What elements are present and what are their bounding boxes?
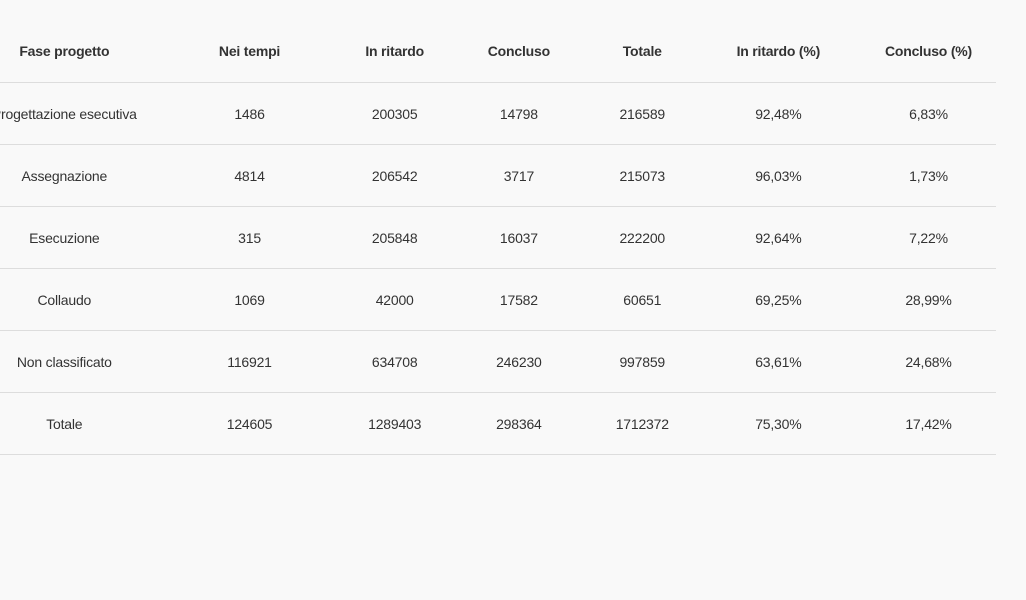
- cell-fase: Esecuzione: [0, 206, 159, 269]
- table-row: Assegnazione 4814 206542 3717 215073 96,…: [0, 144, 996, 207]
- cell-fase: Collaudo: [0, 268, 159, 331]
- cell-concluso-pct: 17,42%: [861, 392, 996, 455]
- project-phase-table: Fase progetto Nei tempi In ritardo Concl…: [0, 20, 996, 455]
- cell-concluso: 298364: [448, 392, 589, 455]
- cell-totale: 215073: [588, 144, 696, 207]
- table-row: Non classificato 116921 634708 246230 99…: [0, 330, 996, 393]
- cell-totale: 997859: [588, 330, 696, 393]
- cell-concluso-pct: 24,68%: [861, 330, 996, 393]
- cell-fase: Assegnazione: [0, 144, 159, 207]
- cell-totale: 60651: [588, 268, 696, 331]
- cell-totale: 216589: [588, 82, 696, 145]
- table-row: Esecuzione 315 205848 16037 222200 92,64…: [0, 206, 996, 269]
- cell-fase: Non classificato: [0, 330, 159, 393]
- header-concluso-pct: Concluso (%): [861, 20, 996, 83]
- cell-nei-tempi: 116921: [158, 330, 341, 393]
- cell-concluso-pct: 6,83%: [861, 82, 996, 145]
- header-fase-progetto: Fase progetto: [0, 20, 159, 83]
- cell-totale: 1712372: [588, 392, 696, 455]
- table-header-row: Fase progetto Nei tempi In ritardo Concl…: [0, 20, 996, 83]
- cell-totale: 222200: [588, 206, 696, 269]
- table-row: Collaudo 1069 42000 17582 60651 69,25% 2…: [0, 268, 996, 331]
- cell-in-ritardo: 634708: [340, 330, 449, 393]
- cell-in-ritardo-pct: 63,61%: [695, 330, 861, 393]
- cell-in-ritardo: 200305: [340, 82, 449, 145]
- cell-nei-tempi: 315: [158, 206, 341, 269]
- cell-fase: Totale: [0, 392, 159, 455]
- cell-concluso: 246230: [448, 330, 589, 393]
- cell-concluso: 16037: [448, 206, 589, 269]
- cell-in-ritardo: 42000: [340, 268, 449, 331]
- cell-concluso: 3717: [448, 144, 589, 207]
- cell-nei-tempi: 1069: [158, 268, 341, 331]
- header-concluso: Concluso: [448, 20, 589, 83]
- cell-concluso-pct: 1,73%: [861, 144, 996, 207]
- cell-nei-tempi: 1486: [158, 82, 341, 145]
- header-in-ritardo-pct: In ritardo (%): [695, 20, 861, 83]
- cell-in-ritardo-pct: 92,48%: [695, 82, 861, 145]
- cell-in-ritardo: 205848: [340, 206, 449, 269]
- cell-fase: Progettazione esecutiva: [0, 82, 159, 145]
- header-in-ritardo: In ritardo: [340, 20, 449, 83]
- cell-concluso-pct: 28,99%: [861, 268, 996, 331]
- table-row-total: Totale 124605 1289403 298364 1712372 75,…: [0, 392, 996, 455]
- cell-concluso: 17582: [448, 268, 589, 331]
- cell-in-ritardo-pct: 92,64%: [695, 206, 861, 269]
- cell-in-ritardo-pct: 96,03%: [695, 144, 861, 207]
- table-row: Progettazione esecutiva 1486 200305 1479…: [0, 82, 996, 145]
- cell-in-ritardo-pct: 69,25%: [695, 268, 861, 331]
- cell-nei-tempi: 124605: [158, 392, 341, 455]
- table-viewport: Fase progetto Nei tempi In ritardo Concl…: [0, 0, 1026, 600]
- cell-in-ritardo: 1289403: [340, 392, 449, 455]
- cell-concluso-pct: 7,22%: [861, 206, 996, 269]
- cell-nei-tempi: 4814: [158, 144, 341, 207]
- cell-in-ritardo-pct: 75,30%: [695, 392, 861, 455]
- header-nei-tempi: Nei tempi: [158, 20, 341, 83]
- header-totale: Totale: [588, 20, 696, 83]
- cell-concluso: 14798: [448, 82, 589, 145]
- cell-in-ritardo: 206542: [340, 144, 449, 207]
